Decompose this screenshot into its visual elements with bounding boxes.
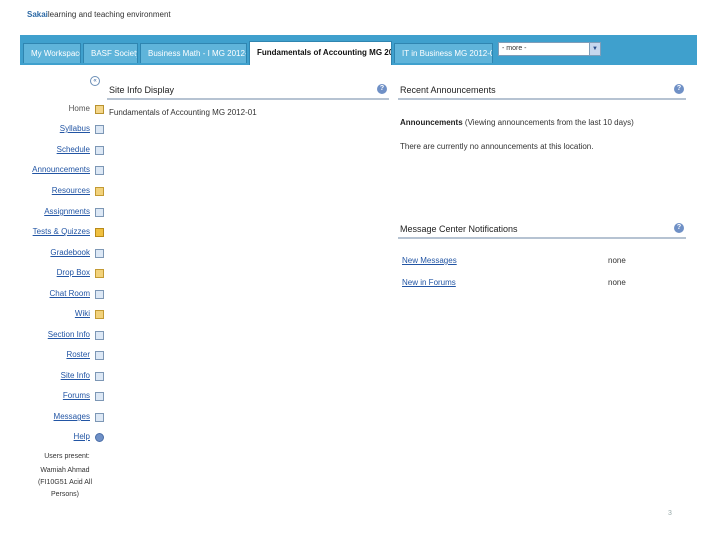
new-in-forums-link[interactable]: New in Forums (402, 278, 456, 287)
site-tab-bar: My Workspace BASF Society Business Math … (20, 35, 697, 65)
gradebook-icon (95, 249, 104, 258)
tab-business-math[interactable]: Business Math - I MG 2012-01 (140, 43, 247, 63)
new-messages-link[interactable]: New Messages (402, 256, 457, 265)
tab-fundamentals-of-accounting[interactable]: Fundamentals of Accounting MG 2012-01 (249, 41, 392, 65)
sidebar-item-site-info[interactable]: Site Info (20, 369, 104, 383)
help-icon (95, 433, 104, 442)
sidebar-item-section-info[interactable]: Section Info (20, 328, 104, 342)
message-center-title-text: Message Center Notifications (400, 224, 518, 234)
help-icon[interactable]: ? (377, 84, 387, 94)
page-number: 3 (668, 510, 672, 517)
pencil-icon (95, 228, 104, 237)
assignments-icon (95, 208, 104, 217)
announcements-empty-message: There are currently no announcements at … (400, 142, 594, 151)
sidebar-item-announcements[interactable]: Announcements (20, 163, 104, 177)
announcements-icon (95, 166, 104, 175)
dropbox-icon (95, 269, 104, 278)
sidebar-item-gradebook[interactable]: Gradebook (20, 246, 104, 260)
sidebar-item-home[interactable]: Home (20, 102, 104, 116)
more-sites-value: - more - (502, 45, 527, 52)
more-sites-select[interactable]: - more - ▼ (498, 42, 601, 56)
sidebar-item-drop-box[interactable]: Drop Box (20, 266, 104, 280)
sidebar-item-syllabus[interactable]: Syllabus (20, 122, 104, 136)
announcements-subheading: (Viewing announcements from the last 10 … (464, 118, 634, 127)
sidebar-item-tests-quizzes[interactable]: Tests & Quizzes (20, 225, 104, 239)
tool-menu: « Home Syllabus Schedule Announcements R… (20, 65, 106, 498)
new-in-forums-count: none (608, 278, 626, 287)
help-icon[interactable]: ? (674, 84, 684, 94)
roster-icon (95, 351, 104, 360)
section-icon (95, 331, 104, 340)
sidebar-item-wiki[interactable]: Wiki (20, 307, 104, 321)
sidebar-item-label: Tests & Quizzes (32, 227, 90, 236)
forums-icon (95, 392, 104, 401)
site-info-title-text: Site Info Display (109, 85, 175, 95)
brand: Sakailearning and teaching environment (27, 10, 171, 19)
announcements-title: Recent Announcements ? (398, 80, 686, 100)
sidebar-item-schedule[interactable]: Schedule (20, 143, 104, 157)
sidebar-item-roster[interactable]: Roster (20, 348, 104, 362)
sidebar-item-resources[interactable]: Resources (20, 184, 104, 198)
chevron-down-icon: ▼ (589, 43, 600, 55)
wiki-icon (95, 310, 104, 319)
tab-it-in-business[interactable]: IT in Business MG 2012-01 (394, 43, 493, 63)
sidebar-item-help[interactable]: Help (20, 430, 104, 444)
sidebar-item-label: Section Info (47, 330, 90, 339)
sidebar-item-label: Assignments (44, 207, 90, 216)
tab-basf-society[interactable]: BASF Society (83, 43, 138, 63)
home-icon (95, 105, 104, 114)
site-info-body: Fundamentals of Accounting MG 2012-01 (109, 108, 257, 117)
site-info-title: Site Info Display ? (107, 80, 389, 100)
chat-icon (95, 290, 104, 299)
sidebar-item-assignments[interactable]: Assignments (20, 205, 104, 219)
sidebar-item-messages[interactable]: Messages (20, 410, 104, 424)
sidebar-item-forums[interactable]: Forums (20, 389, 104, 403)
users-present-label: Users present: (44, 453, 90, 460)
announcements-title-text: Recent Announcements (400, 85, 496, 95)
schedule-icon (95, 146, 104, 155)
help-icon[interactable]: ? (674, 223, 684, 233)
announcements-heading-line: Announcements (Viewing announcements fro… (400, 118, 634, 127)
announcements-heading: Announcements (400, 118, 463, 127)
sidebar-item-chat-room[interactable]: Chat Room (20, 287, 104, 301)
sidebar-item-label: Announcements (32, 165, 90, 174)
users-present-list: Wamiah Ahmad (FI10G51 Acid All Persons) (37, 467, 93, 498)
collapse-menu-icon[interactable]: « (90, 76, 100, 86)
messages-icon (95, 413, 104, 422)
folder-icon (95, 187, 104, 196)
message-center-title: Message Center Notifications ? (398, 219, 686, 239)
site-info-icon (95, 372, 104, 381)
new-messages-count: none (608, 256, 626, 265)
sakai-logo: Sakai (27, 10, 48, 19)
tab-my-workspace[interactable]: My Workspace (23, 43, 81, 63)
syllabus-icon (95, 125, 104, 134)
brand-tagline: learning and teaching environment (47, 10, 171, 19)
